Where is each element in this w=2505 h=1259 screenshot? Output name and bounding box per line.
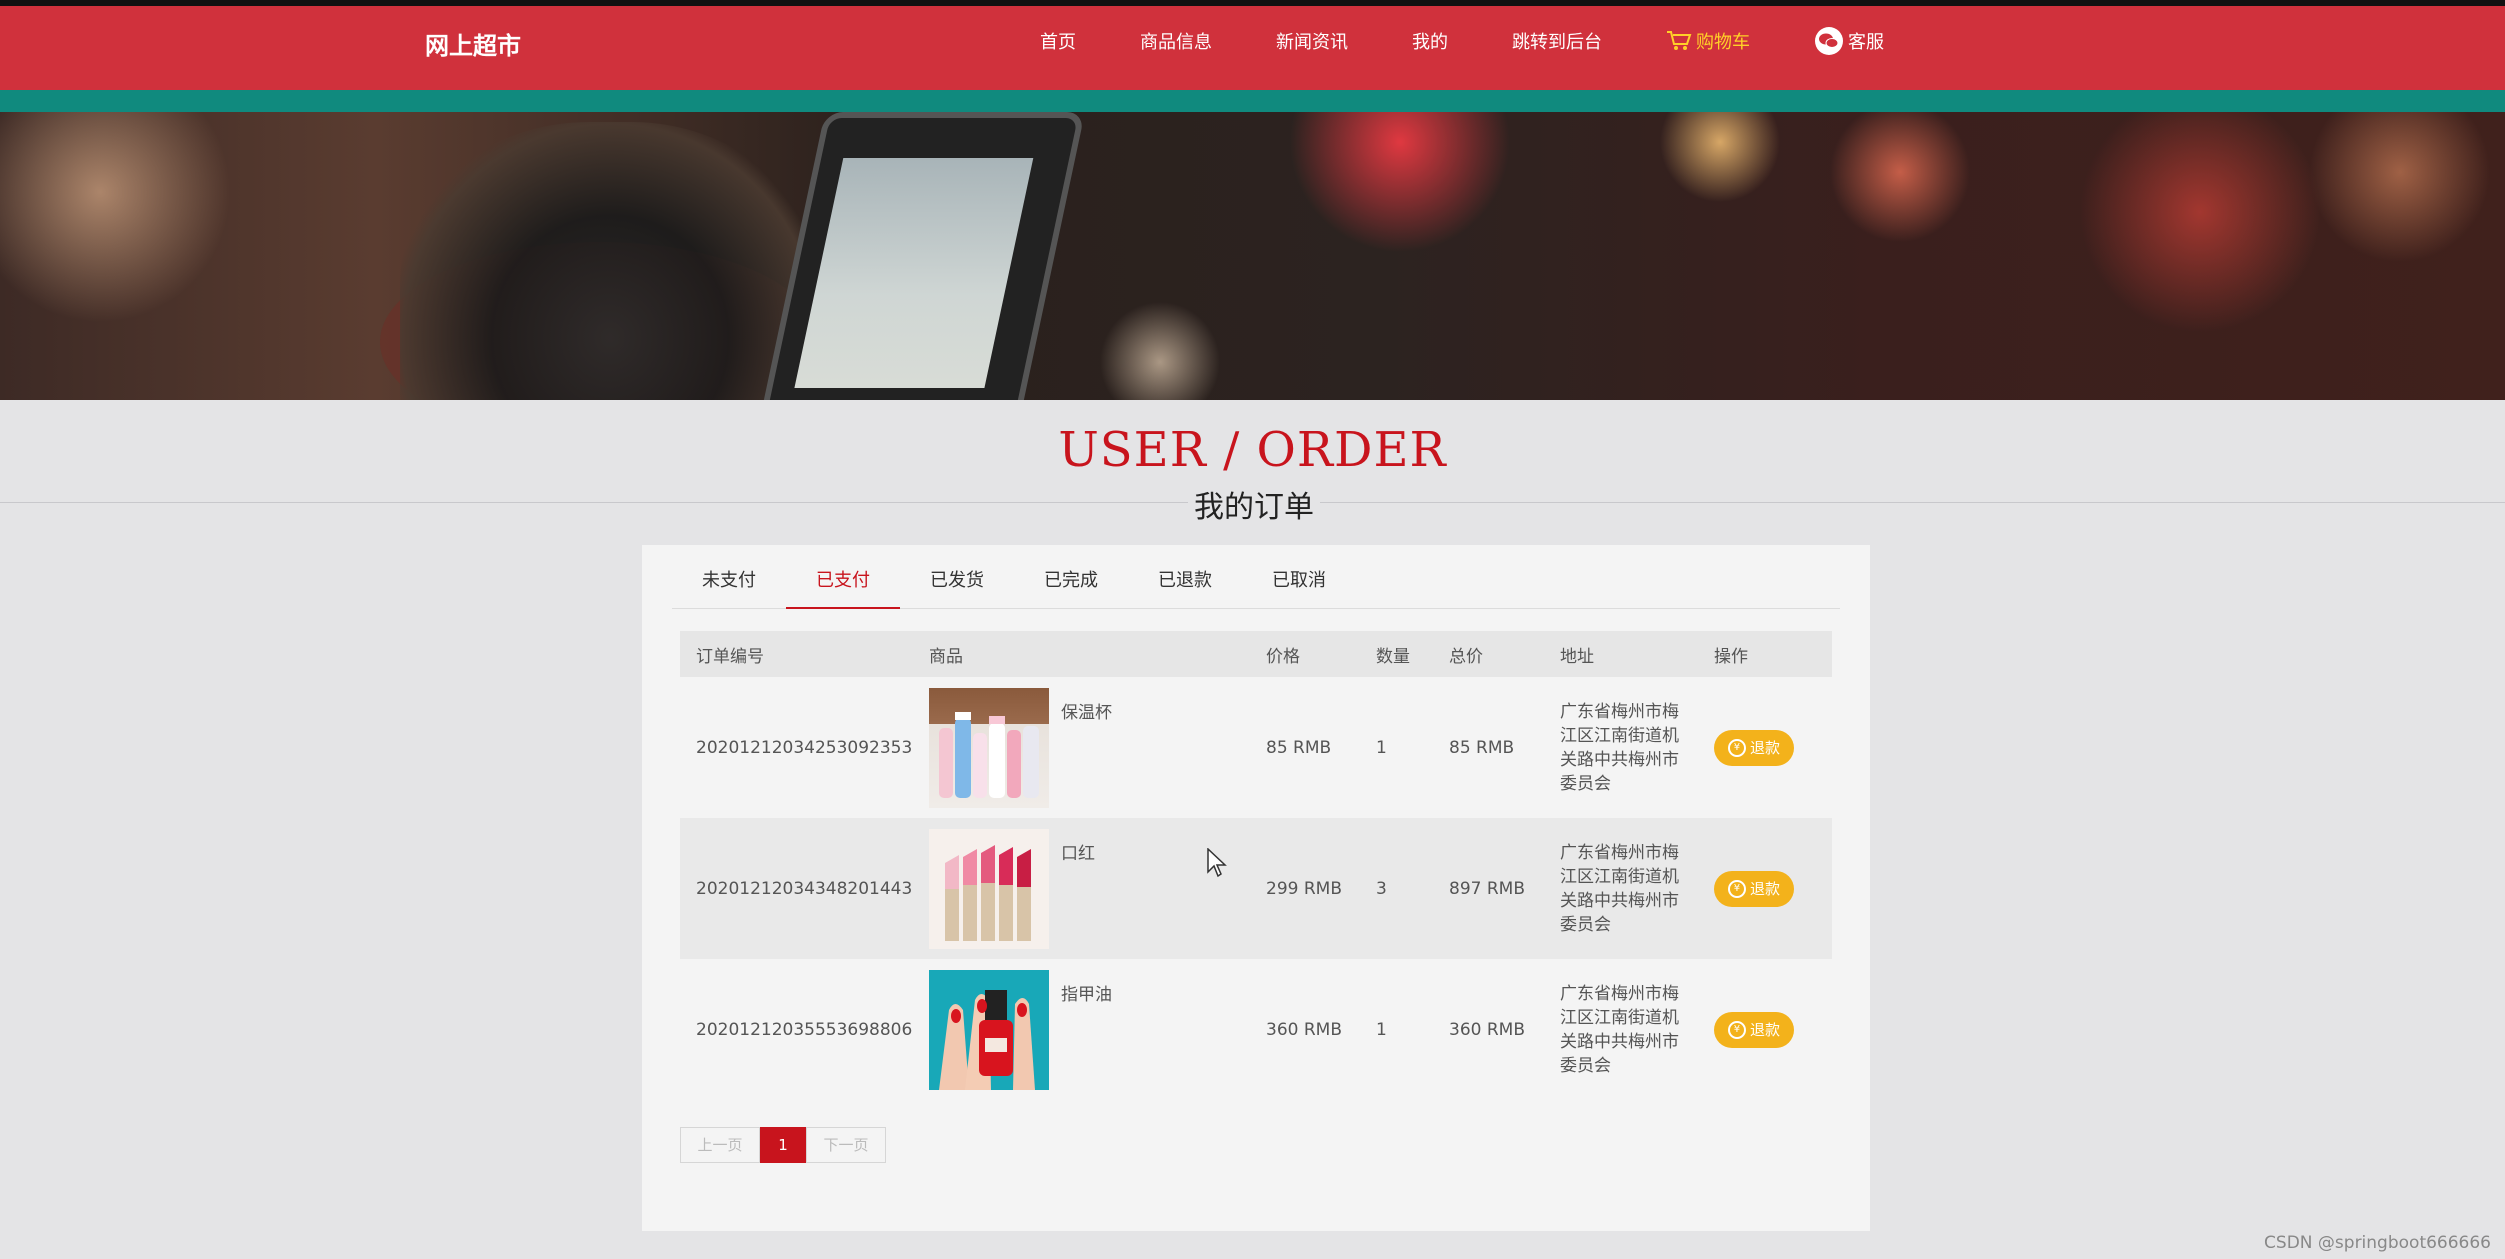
- action-cell: ¥ 退款: [1698, 677, 1832, 818]
- main-nav: 首页 商品信息 新闻资讯 我的 跳转到后台 购物车 客服: [1040, 26, 1884, 56]
- address: 广东省梅州市梅江区江南街道机关路中共梅州市委员会: [1560, 842, 1679, 935]
- nav-mine-label: 我的: [1412, 32, 1448, 53]
- order-no: 20201212035553698806: [696, 1019, 913, 1040]
- order-panel: 未支付 已支付 已发货 已完成 已退款 已取消 订单编号 商品 价格 数量 总价…: [642, 545, 1870, 1231]
- header-bar: 网上超市 首页 商品信息 新闻资讯 我的 跳转到后台 购物车 客服: [0, 6, 2505, 90]
- current-page-button[interactable]: 1: [760, 1127, 806, 1163]
- quantity: 3: [1360, 818, 1433, 959]
- total-price: 85 RMB: [1449, 737, 1515, 758]
- page-title-en: USER / ORDER: [1058, 422, 1447, 478]
- refund-button[interactable]: ¥ 退款: [1714, 870, 1794, 907]
- address: 广东省梅州市梅江区江南街道机关路中共梅州市委员会: [1560, 701, 1679, 794]
- col-address: 地址: [1544, 631, 1698, 677]
- nav-admin[interactable]: 跳转到后台: [1512, 28, 1602, 54]
- action-cell: ¥ 退款: [1698, 818, 1832, 959]
- yen-coin-icon: ¥: [1727, 738, 1746, 757]
- table-row: 20201212034348201443 口红 299 RMB 3 897 RM…: [680, 818, 1832, 959]
- table-row: 20201212035553698806 指甲油 360 RMB 1 360 R…: [680, 959, 1832, 1100]
- product-cell: 指甲油: [913, 959, 1250, 1100]
- banner-cup: [400, 122, 820, 400]
- total-price: 897 RMB: [1433, 818, 1544, 959]
- refund-button-label: 退款: [1749, 1021, 1780, 1039]
- product-cell: 口红: [913, 818, 1250, 959]
- product-info: 保温杯: [929, 687, 1249, 808]
- quantity: 1: [1376, 1019, 1387, 1040]
- nav-home-label: 首页: [1040, 32, 1076, 53]
- thermos-bottles-image: [939, 711, 1039, 798]
- order-status-tabs: 未支付 已支付 已发货 已完成 已退款 已取消: [672, 545, 1840, 609]
- product-name[interactable]: 指甲油: [1061, 980, 1112, 1005]
- total-price: 360 RMB: [1449, 1019, 1525, 1040]
- product-image[interactable]: [929, 969, 1049, 1090]
- col-price: 价格: [1250, 631, 1360, 677]
- address-cell: 广东省梅州市梅江区江南街道机关路中共梅州市委员会: [1544, 677, 1698, 818]
- banner-phone-screen: [794, 158, 1034, 388]
- watermark: CSDN @springboot666666: [2264, 1233, 2491, 1253]
- header-accent-strip: [0, 90, 2505, 112]
- product-name[interactable]: 保温杯: [1061, 698, 1112, 723]
- banner-phone: [754, 112, 1086, 400]
- nav-news-label: 新闻资讯: [1276, 32, 1348, 53]
- col-order-no: 订单编号: [680, 631, 913, 677]
- address: 广东省梅州市梅江区江南街道机关路中共梅州市委员会: [1560, 983, 1679, 1076]
- product-image[interactable]: [929, 687, 1049, 808]
- product-info: 指甲油: [929, 969, 1249, 1090]
- nav-admin-label: 跳转到后台: [1512, 32, 1602, 53]
- mouse-cursor-icon: [1207, 848, 1227, 878]
- nav-cart-label: 购物车: [1696, 32, 1750, 53]
- nav-products-label: 商品信息: [1140, 32, 1212, 53]
- tab-unpaid[interactable]: 未支付: [672, 545, 786, 609]
- price: 85 RMB: [1266, 737, 1332, 758]
- yen-coin-icon: ¥: [1727, 879, 1746, 898]
- col-product: 商品: [913, 631, 1250, 677]
- refund-button[interactable]: ¥ 退款: [1714, 1011, 1794, 1048]
- nav-service[interactable]: 客服: [1814, 26, 1884, 56]
- next-page-button[interactable]: 下一页: [806, 1127, 886, 1163]
- order-no: 20201212034348201443: [680, 818, 913, 959]
- address-cell: 广东省梅州市梅江区江南街道机关路中共梅州市委员会: [1544, 959, 1698, 1100]
- table-header-row: 订单编号 商品 价格 数量 总价 地址 操作: [680, 631, 1832, 677]
- col-action: 操作: [1698, 631, 1832, 677]
- quantity: 1: [1376, 737, 1387, 758]
- product-name[interactable]: 口红: [1061, 839, 1095, 864]
- lipsticks-image: [945, 844, 1031, 941]
- col-total: 总价: [1433, 631, 1544, 677]
- cart-icon: [1667, 31, 1692, 50]
- nav-home[interactable]: 首页: [1040, 28, 1076, 54]
- price: 299 RMB: [1250, 818, 1360, 959]
- table-row: 20201212034253092353 保温杯 85 RMB 1 85 RMB…: [680, 677, 1832, 818]
- product-cell: 保温杯: [913, 677, 1250, 818]
- nav-products[interactable]: 商品信息: [1140, 28, 1212, 54]
- banner-image: [0, 112, 2505, 400]
- prev-page-button[interactable]: 上一页: [680, 1127, 760, 1163]
- tab-cancelled[interactable]: 已取消: [1242, 545, 1356, 609]
- nav-mine[interactable]: 我的: [1412, 28, 1448, 54]
- nail-polish-image: [939, 989, 1035, 1090]
- wechat-icon: [1815, 27, 1843, 55]
- order-table: 订单编号 商品 价格 数量 总价 地址 操作 20201212034253092…: [680, 631, 1832, 1100]
- tab-completed[interactable]: 已完成: [1014, 545, 1128, 609]
- refund-button-label: 退款: [1749, 880, 1780, 898]
- nav-cart[interactable]: 购物车: [1666, 28, 1750, 54]
- pagination: 上一页 1 下一页: [680, 1127, 886, 1163]
- address-cell: 广东省梅州市梅江区江南街道机关路中共梅州市委员会: [1544, 818, 1698, 959]
- product-image[interactable]: [929, 828, 1049, 949]
- page-title-cn: 我的订单: [1188, 482, 1320, 525]
- yen-coin-icon: ¥: [1727, 1020, 1746, 1039]
- tab-paid[interactable]: 已支付: [786, 545, 900, 609]
- order-no: 20201212034253092353: [696, 737, 913, 758]
- refund-button[interactable]: ¥ 退款: [1714, 729, 1794, 766]
- tab-shipped[interactable]: 已发货: [900, 545, 1014, 609]
- tab-refunded[interactable]: 已退款: [1128, 545, 1242, 609]
- refund-button-label: 退款: [1749, 739, 1780, 757]
- site-logo[interactable]: 网上超市: [425, 26, 521, 61]
- nav-news[interactable]: 新闻资讯: [1276, 28, 1348, 54]
- price: 360 RMB: [1266, 1019, 1342, 1040]
- product-info: 口红: [929, 828, 1249, 949]
- action-cell: ¥ 退款: [1698, 959, 1832, 1100]
- nav-service-label: 客服: [1848, 32, 1884, 53]
- col-qty: 数量: [1360, 631, 1433, 677]
